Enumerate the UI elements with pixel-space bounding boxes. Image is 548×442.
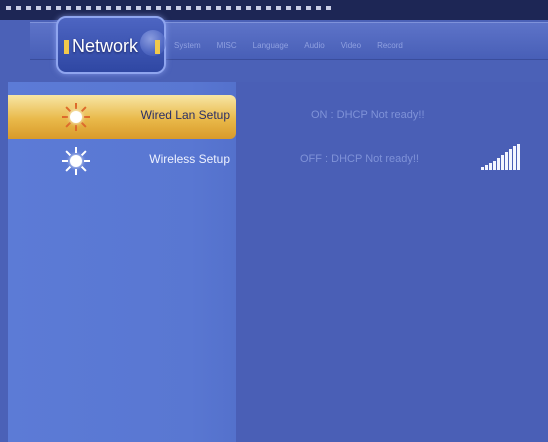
tab-video[interactable]: Video [341,41,361,50]
sun-icon [62,103,90,131]
tab-bracket-right [155,40,160,54]
tab-network-label: Network [72,36,139,56]
menu-tabs: System MISC Language Audio Video Record [174,41,403,50]
menu-item-wired-lan-setup[interactable]: Wired Lan Setup [8,95,236,139]
screen: Network System MISC Language Audio Video… [0,0,548,442]
tab-network[interactable]: Network [56,16,166,74]
top-dash-line [6,6,336,10]
sun-icon [62,147,90,175]
tab-audio[interactable]: Audio [304,41,324,50]
content-panel [236,82,548,442]
signal-strength-icon [481,144,523,170]
menu-item-label: Wireless Setup [149,152,230,166]
tab-record[interactable]: Record [377,41,403,50]
menu-item-wireless-setup[interactable]: Wireless Setup [8,139,236,183]
tab-misc[interactable]: MISC [217,41,237,50]
wireless-status: OFF : DHCP Not ready!! [300,153,419,165]
tab-bracket-left [64,40,69,54]
tab-language[interactable]: Language [253,41,289,50]
wired-lan-status: ON : DHCP Not ready!! [311,109,425,121]
tab-system[interactable]: System [174,41,201,50]
globe-icon [140,30,166,56]
menu-item-label: Wired Lan Setup [140,108,230,122]
